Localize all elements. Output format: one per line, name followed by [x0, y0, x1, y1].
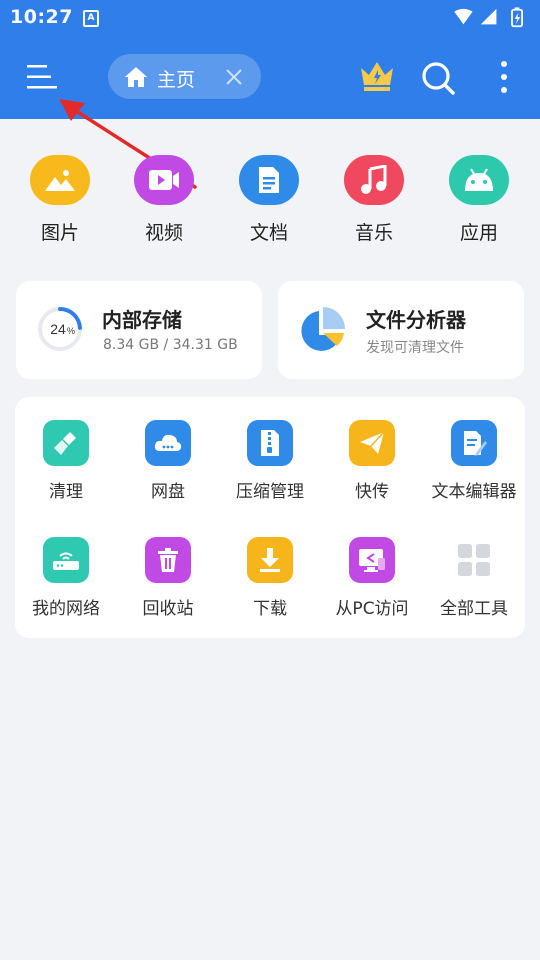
category-documents-tile [239, 155, 299, 205]
tab-home-label: 主页 [157, 69, 196, 91]
storage-percent: 24 [50, 321, 66, 337]
broom-icon [43, 420, 89, 466]
tool-cloud-drive[interactable]: 网盘 [117, 420, 219, 502]
tools-grid: 清理 网盘 压缩管理 快传 文本编辑器 我的网络 回收站 下载 从PC访问 全部… [15, 397, 525, 638]
analyzer-subtitle: 发现可清理文件 [366, 340, 464, 356]
pc-access-icon [349, 537, 395, 583]
close-icon[interactable] [222, 65, 246, 89]
crown-icon[interactable] [358, 58, 396, 94]
category-documents[interactable]: 文档 [224, 148, 314, 245]
top-app-bar: 10:27 A 主页 [0, 0, 540, 119]
tool-quick-transfer[interactable]: 快传 [321, 420, 423, 502]
file-analyzer-card[interactable]: 文件分析器 发现可清理文件 [278, 281, 524, 379]
document-icon [259, 167, 279, 193]
tool-cleaner-label: 清理 [49, 482, 83, 502]
status-icons [454, 7, 523, 28]
status-bar: 10:27 A [0, 0, 540, 36]
menu-icon[interactable] [18, 56, 66, 100]
tool-recycle-bin[interactable]: 回收站 [117, 537, 219, 619]
storage-percent-sign: % [67, 326, 75, 336]
tab-home[interactable]: 主页 [108, 54, 261, 99]
tool-recycle-bin-label: 回收站 [142, 599, 194, 619]
music-icon [361, 165, 387, 194]
grid-icon [451, 537, 497, 583]
storage-title: 内部存储 [102, 308, 182, 332]
status-time: 10:27 [10, 6, 73, 28]
tool-download-label: 下载 [253, 599, 287, 619]
video-icon [149, 170, 179, 190]
cloud-icon [145, 420, 191, 466]
tool-download[interactable]: 下载 [219, 537, 321, 619]
category-apps[interactable]: 应用 [434, 148, 524, 245]
pie-chart-icon [301, 307, 345, 351]
image-icon [45, 170, 75, 191]
category-images-tile [30, 155, 90, 205]
router-icon [43, 537, 89, 583]
category-videos[interactable]: 视频 [119, 148, 209, 245]
notification-icon: A [83, 10, 99, 27]
trash-icon [145, 537, 191, 583]
tool-text-editor-label: 文本编辑器 [431, 482, 517, 502]
download-icon [247, 537, 293, 583]
analyzer-title: 文件分析器 [366, 308, 466, 332]
category-music-label: 音乐 [354, 222, 393, 244]
tool-cleaner[interactable]: 清理 [15, 420, 117, 502]
category-music-tile [344, 155, 404, 205]
category-documents-label: 文档 [249, 222, 288, 244]
zip-icon [247, 420, 293, 466]
home-icon [125, 67, 147, 87]
battery-icon [511, 7, 523, 28]
category-videos-tile [134, 155, 194, 205]
category-images[interactable]: 图片 [15, 148, 105, 245]
text-edit-icon [451, 420, 497, 466]
wifi-icon [454, 8, 473, 25]
category-row: 图片 视频 文档 音乐 应用 [0, 148, 540, 248]
tool-all-tools-label: 全部工具 [440, 599, 508, 619]
category-videos-label: 视频 [144, 222, 183, 244]
tool-pc-access[interactable]: 从PC访问 [321, 537, 423, 619]
android-icon [465, 168, 493, 191]
tool-cloud-drive-label: 网盘 [151, 482, 185, 502]
tool-my-network-label: 我的网络 [32, 599, 100, 619]
internal-storage-card[interactable]: 24 % 内部存储 8.34 GB / 34.31 GB [16, 281, 262, 379]
category-music[interactable]: 音乐 [329, 148, 419, 245]
toolbar: 主页 [0, 40, 540, 116]
paper-plane-icon [349, 420, 395, 466]
search-icon[interactable] [418, 58, 458, 98]
tool-all-tools[interactable]: 全部工具 [423, 537, 525, 619]
more-options-icon[interactable] [489, 58, 519, 98]
tool-text-editor[interactable]: 文本编辑器 [423, 420, 525, 502]
tool-quick-transfer-label: 快传 [355, 482, 389, 502]
tool-compression-label: 压缩管理 [236, 482, 304, 502]
tool-my-network[interactable]: 我的网络 [15, 537, 117, 619]
storage-usage-ring: 24 % [38, 307, 82, 351]
category-apps-tile [449, 155, 509, 205]
signal-icon [480, 8, 497, 25]
tool-compression[interactable]: 压缩管理 [219, 420, 321, 502]
category-images-label: 图片 [40, 222, 79, 244]
category-apps-label: 应用 [459, 222, 498, 244]
storage-usage: 8.34 GB / 34.31 GB [103, 337, 238, 353]
tool-pc-access-label: 从PC访问 [335, 599, 409, 619]
